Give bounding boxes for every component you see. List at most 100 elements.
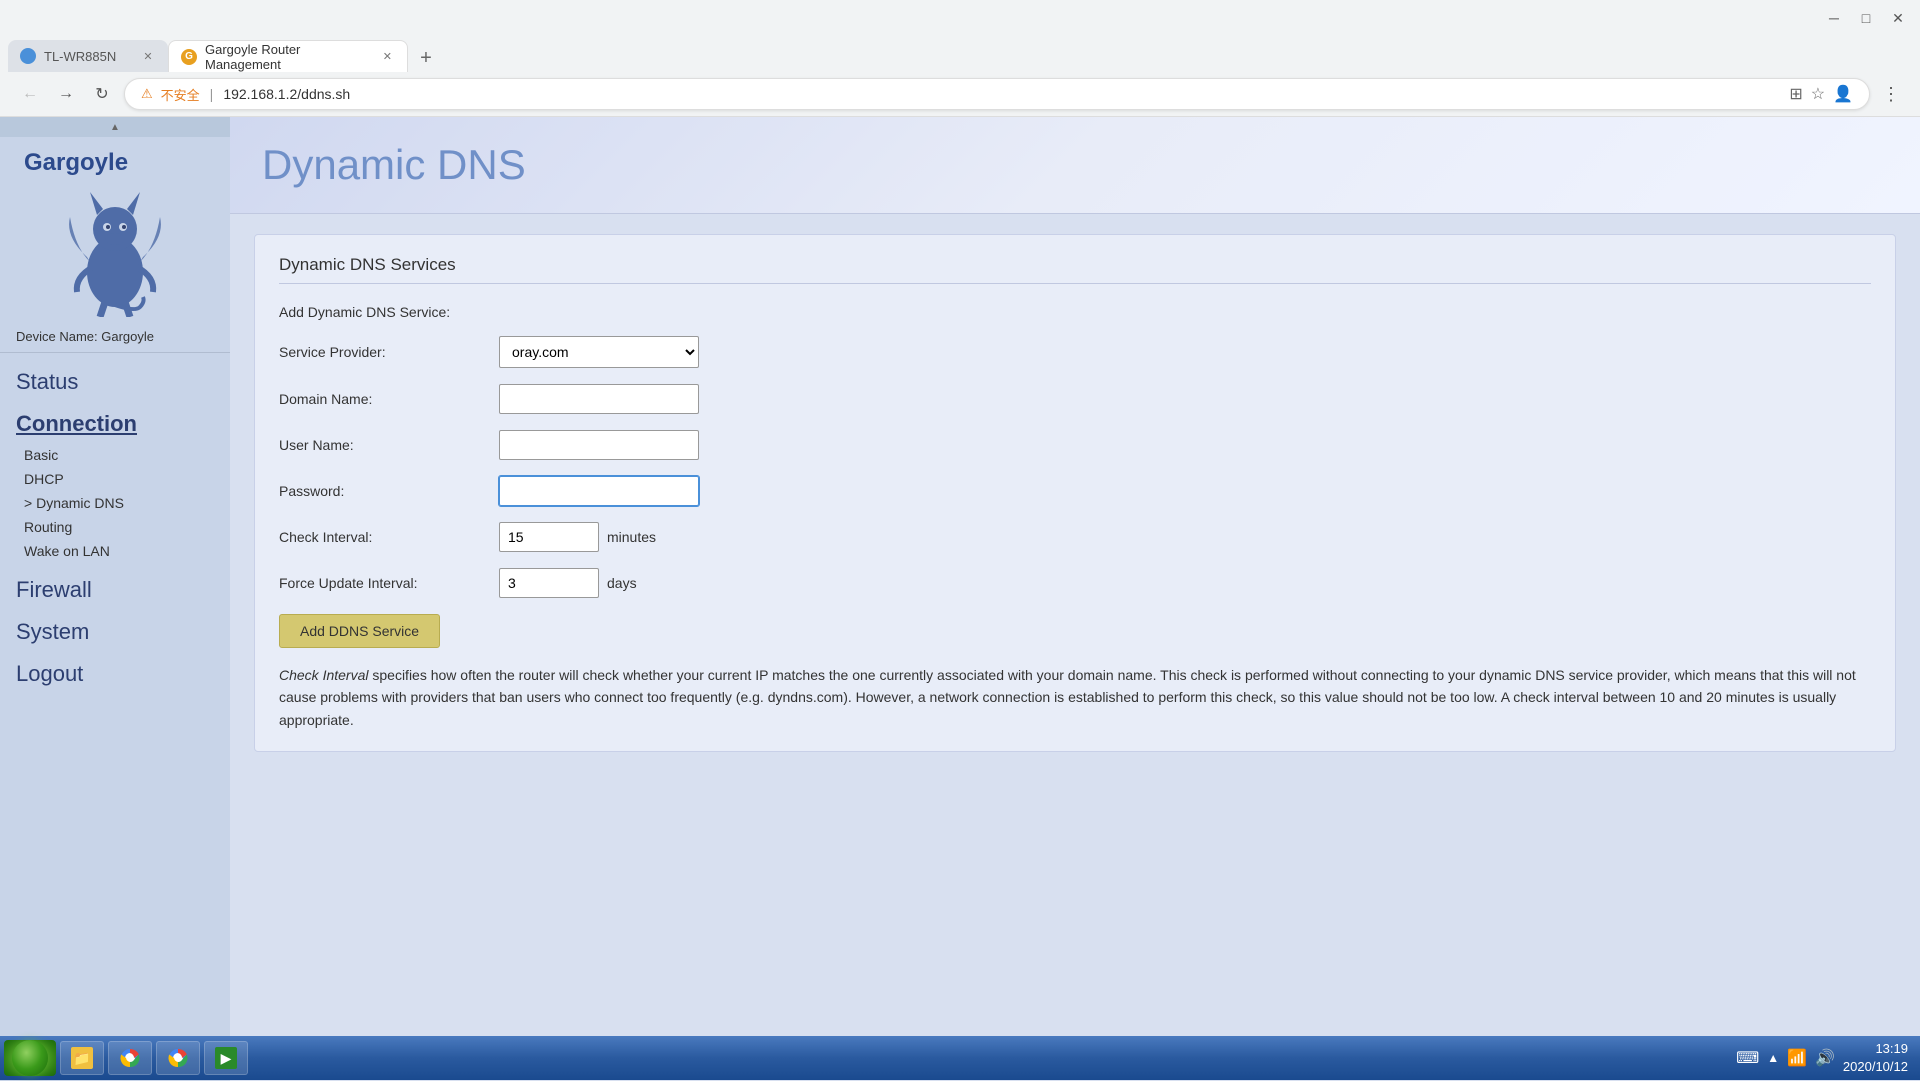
dns-services-card: Dynamic DNS Services Add Dynamic DNS Ser…: [254, 234, 1896, 752]
password-input[interactable]: [499, 476, 699, 506]
device-name: Device Name: Gargoyle: [0, 325, 230, 353]
clock-date: 2020/10/12: [1843, 1058, 1908, 1076]
tab-favicon-2: G: [181, 49, 197, 65]
sidebar-item-firewall[interactable]: Firewall: [0, 565, 230, 607]
service-provider-control: oray.com dyndns.com no-ip.com changeip.c…: [499, 336, 999, 368]
tab-close-2[interactable]: ✕: [380, 49, 395, 65]
sidebar-item-dynamic-dns[interactable]: Dynamic DNS: [0, 491, 230, 515]
minimize-button[interactable]: ─: [1820, 4, 1848, 32]
address-box[interactable]: ⚠ 不安全 | 192.168.1.2/ddns.sh ⊞ ☆ 👤: [124, 78, 1870, 110]
tab-gargoyle[interactable]: G Gargoyle Router Management ✕: [168, 40, 408, 72]
user-name-row: User Name:: [279, 430, 1871, 460]
domain-name-label: Domain Name:: [279, 391, 499, 407]
maximize-button[interactable]: □: [1852, 4, 1880, 32]
security-warning-text: 不安全: [161, 85, 200, 104]
sidebar-item-status[interactable]: Status: [0, 357, 230, 399]
domain-name-input[interactable]: [499, 384, 699, 414]
reload-button[interactable]: ↻: [88, 80, 116, 108]
taskbar-chrome-1[interactable]: [108, 1041, 152, 1075]
sidebar-logo-title: Gargoyle: [8, 149, 128, 177]
translate-icon[interactable]: ⊞: [1789, 84, 1802, 104]
force-update-input[interactable]: 3: [499, 568, 599, 598]
back-button[interactable]: ←: [16, 80, 44, 108]
taskbar-files[interactable]: 📁: [60, 1041, 104, 1075]
add-button-container: Add DDNS Service: [279, 614, 1871, 648]
add-service-label: Add Dynamic DNS Service:: [279, 304, 499, 320]
content-body: Dynamic DNS Services Add Dynamic DNS Ser…: [230, 214, 1920, 792]
account-icon[interactable]: 👤: [1833, 84, 1853, 104]
sidebar-item-dhcp[interactable]: DHCP: [0, 467, 230, 491]
connection-submenu: Basic DHCP Dynamic DNS Routing Wake on L…: [0, 441, 230, 565]
start-button[interactable]: [4, 1040, 56, 1076]
taskbar-chrome-2[interactable]: [156, 1041, 200, 1075]
address-separator: |: [210, 86, 214, 102]
service-provider-label: Service Provider:: [279, 344, 499, 360]
force-update-control: 3 days: [499, 568, 999, 598]
tab-tl-wr885n[interactable]: TL-WR885N ✕: [8, 40, 168, 72]
sidebar-logo: Gargoyle: [0, 137, 230, 325]
sidebar-item-system[interactable]: System: [0, 607, 230, 649]
sidebar-nav: Status Connection Basic DHCP Dynamic DNS…: [0, 353, 230, 1081]
tab-bar: TL-WR885N ✕ G Gargoyle Router Management…: [0, 36, 1920, 72]
page-title: Dynamic DNS: [262, 141, 1888, 189]
volume-icon[interactable]: 🔊: [1815, 1048, 1835, 1068]
taskbar: 📁 ▶: [0, 1036, 1920, 1080]
page-header: Dynamic DNS: [230, 117, 1920, 214]
check-interval-input[interactable]: 15: [499, 522, 599, 552]
browser-menu-button[interactable]: ⋮: [1878, 80, 1904, 109]
check-interval-label: Check Interval:: [279, 529, 499, 545]
files-icon: 📁: [71, 1047, 93, 1069]
bookmark-icon[interactable]: ☆: [1811, 84, 1825, 104]
clock-time: 13:19: [1843, 1040, 1908, 1058]
password-label: Password:: [279, 483, 499, 499]
chrome-icon-2: [167, 1047, 189, 1069]
check-interval-control: 15 minutes: [499, 522, 999, 552]
green-app-icon: ▶: [215, 1047, 237, 1069]
sidebar-item-wake-on-lan[interactable]: Wake on LAN: [0, 539, 230, 563]
tab-favicon-1: [20, 48, 36, 64]
user-name-control: [499, 430, 999, 460]
tab-label-2: Gargoyle Router Management: [205, 42, 372, 72]
info-text: Check Interval specifies how often the r…: [279, 664, 1871, 731]
add-service-row: Add Dynamic DNS Service:: [279, 304, 1871, 320]
sidebar-scroll-up[interactable]: ▲: [0, 117, 230, 137]
close-button[interactable]: ✕: [1884, 4, 1912, 32]
sidebar-item-logout[interactable]: Logout: [0, 649, 230, 691]
expand-tray-icon[interactable]: ▲: [1767, 1051, 1779, 1065]
keyboard-icon[interactable]: ⌨: [1736, 1048, 1759, 1068]
title-bar-controls: ─ □ ✕: [1820, 4, 1912, 32]
sidebar-item-basic[interactable]: Basic: [0, 443, 230, 467]
network-icon[interactable]: 📶: [1787, 1048, 1807, 1068]
sidebar: ▲ Gargoyle: [0, 117, 230, 1081]
taskbar-tray: ⌨ ▲ 📶 🔊 13:19 2020/10/12: [1728, 1040, 1916, 1076]
password-row: Password:: [279, 476, 1871, 506]
address-icons: ⊞ ☆ 👤: [1789, 84, 1853, 104]
tab-close-1[interactable]: ✕: [140, 48, 156, 64]
taskbar-clock[interactable]: 13:19 2020/10/12: [1843, 1040, 1908, 1076]
password-control: [499, 476, 999, 506]
forward-button[interactable]: →: [52, 80, 80, 108]
force-update-row: Force Update Interval: 3 days: [279, 568, 1871, 598]
force-update-label: Force Update Interval:: [279, 575, 499, 591]
main-layout: ▲ Gargoyle: [0, 117, 1920, 1081]
content-area: Dynamic DNS Dynamic DNS Services Add Dyn…: [230, 117, 1920, 1081]
force-update-unit: days: [607, 575, 637, 591]
card-title: Dynamic DNS Services: [279, 255, 1871, 284]
user-name-input[interactable]: [499, 430, 699, 460]
add-ddns-service-button[interactable]: Add DDNS Service: [279, 614, 440, 648]
start-orb: [12, 1040, 48, 1076]
chrome-icon-1: [119, 1047, 141, 1069]
info-text-content: specifies how often the router will chec…: [279, 667, 1856, 728]
taskbar-app-green[interactable]: ▶: [204, 1041, 248, 1075]
sidebar-item-routing[interactable]: Routing: [0, 515, 230, 539]
tab-label-1: TL-WR885N: [44, 49, 116, 64]
sidebar-item-connection[interactable]: Connection: [0, 399, 230, 441]
new-tab-button[interactable]: +: [412, 44, 440, 72]
service-provider-row: Service Provider: oray.com dyndns.com no…: [279, 336, 1871, 368]
browser-title-bar: ─ □ ✕ TL-WR885N ✕ G Gargoyle Router Mana…: [0, 0, 1920, 117]
address-text[interactable]: 192.168.1.2/ddns.sh: [223, 86, 1781, 102]
check-interval-unit: minutes: [607, 529, 656, 545]
service-provider-select[interactable]: oray.com dyndns.com no-ip.com changeip.c…: [499, 336, 699, 368]
check-interval-term: Check Interval: [279, 667, 368, 683]
domain-name-row: Domain Name:: [279, 384, 1871, 414]
